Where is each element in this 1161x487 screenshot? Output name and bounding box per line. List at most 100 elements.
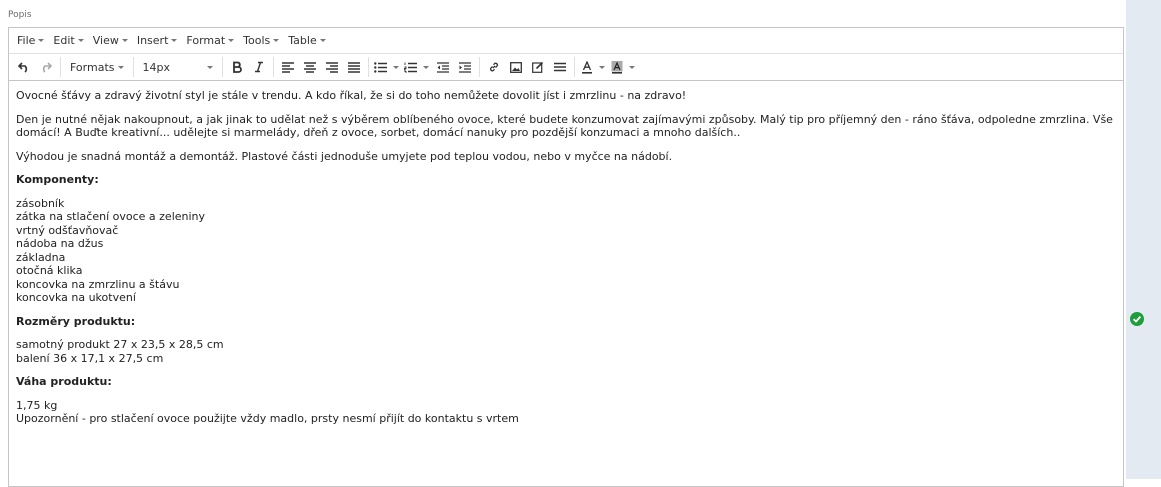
caret-down-icon <box>171 39 178 42</box>
outdent-icon <box>436 61 449 73</box>
field-label: Popis <box>8 10 32 20</box>
horizontal-rule-icon <box>553 62 566 72</box>
align-left-button[interactable] <box>277 56 299 78</box>
align-justify-icon <box>347 61 360 73</box>
list-item: 1,75 kg <box>16 398 58 412</box>
paragraph-advantages: Výhodou je snadná montáž a demontáž. Pla… <box>16 149 673 163</box>
menu-file[interactable]: File <box>13 34 49 47</box>
heading-components: Komponenty: <box>16 173 99 186</box>
caret-down-icon <box>423 65 429 69</box>
caret-down-icon <box>319 39 326 42</box>
paragraph-tips: Den je nutné nějak nakoupnout, a jak jin… <box>16 112 1113 140</box>
outdent-button[interactable] <box>432 56 454 78</box>
caret-down-icon <box>206 65 213 69</box>
background-color-button[interactable] <box>608 56 638 78</box>
bold-button[interactable] <box>226 56 248 78</box>
toolbar-separator <box>272 57 274 77</box>
caret-down-icon <box>228 39 235 42</box>
list-item: koncovka na ukotvení <box>16 291 136 304</box>
image-icon <box>509 61 522 73</box>
indent-icon <box>458 61 471 73</box>
rich-text-editor: File Edit View Insert Format Tools Table… <box>8 27 1124 487</box>
formats-dropdown[interactable]: Formats <box>64 56 130 78</box>
caret-down-icon <box>77 39 84 42</box>
formats-label: Formats <box>70 60 115 74</box>
paragraph-intro: Ovocné šťávy a zdravý životní styl je st… <box>16 89 687 102</box>
numbered-list-button[interactable] <box>402 56 432 78</box>
align-center-button[interactable] <box>299 56 321 78</box>
redo-icon <box>42 62 52 73</box>
undo-button[interactable] <box>13 56 35 78</box>
italic-icon <box>254 61 263 73</box>
undo-icon <box>18 62 28 73</box>
bold-icon <box>232 61 242 73</box>
components-list: zásobník zátka na stlačení ovoce a zelen… <box>16 197 1116 305</box>
italic-button[interactable] <box>248 56 270 78</box>
heading-dimensions: Rozměry produktu: <box>16 314 136 328</box>
menu-view[interactable]: View <box>89 34 133 47</box>
menu-format[interactable]: Format <box>182 34 239 47</box>
toolbar-separator <box>60 57 61 77</box>
bullet-list-button[interactable] <box>372 56 402 78</box>
toolbar-separator <box>367 57 369 77</box>
edit-button[interactable] <box>527 56 549 78</box>
caret-down-icon <box>628 65 635 69</box>
list-item: Upozornění - pro stlačení ovoce použijte… <box>16 412 519 425</box>
menu-table-label: Table <box>288 34 317 47</box>
menu-view-label: View <box>92 34 119 47</box>
editor-content-area[interactable]: Ovocné šťávy a zdravý životní styl je st… <box>9 81 1123 434</box>
menu-edit[interactable]: Edit <box>49 34 88 47</box>
menu-tools-label: Tools <box>243 34 271 47</box>
bullet-list-icon <box>374 61 387 73</box>
menu-table[interactable]: Table <box>284 34 330 47</box>
horizontal-rule-button[interactable] <box>549 56 571 78</box>
check-circle-icon <box>1130 312 1144 326</box>
link-icon <box>489 62 498 72</box>
align-right-button[interactable] <box>321 56 343 78</box>
list-item: samotný produkt 27 x 23,5 x 28,5 cm <box>16 338 224 351</box>
redo-button[interactable] <box>35 56 57 78</box>
right-side-panel <box>1126 0 1161 479</box>
caret-down-icon <box>393 65 399 69</box>
list-item: zátka na stlačení ovoce a zeleniny <box>16 210 206 223</box>
list-item: nádoba na džus <box>16 237 104 250</box>
list-item: zásobník <box>16 196 65 210</box>
menu-format-label: Format <box>186 34 226 47</box>
image-button[interactable] <box>505 56 527 78</box>
dimensions-list: samotný produkt 27 x 23,5 x 28,5 cm bale… <box>16 338 1116 365</box>
text-color-icon <box>581 60 592 74</box>
caret-down-icon <box>598 65 605 69</box>
menu-tools[interactable]: Tools <box>239 34 284 47</box>
text-color-button[interactable] <box>578 56 608 78</box>
align-justify-button[interactable] <box>343 56 365 78</box>
font-size-select[interactable]: 14px <box>137 56 219 78</box>
caret-down-icon <box>117 65 124 69</box>
indent-button[interactable] <box>454 56 476 78</box>
numbered-list-icon <box>404 62 417 73</box>
menu-insert[interactable]: Insert <box>133 34 183 47</box>
caret-down-icon <box>38 39 45 42</box>
toolbar-separator <box>132 57 134 77</box>
align-right-icon <box>325 61 338 73</box>
heading-weight: Váha produktu: <box>16 375 112 388</box>
align-center-icon <box>303 61 316 73</box>
menu-file-label: File <box>17 34 36 47</box>
caret-down-icon <box>121 39 128 42</box>
list-item: základna <box>16 250 66 264</box>
edit-icon <box>531 61 543 73</box>
caret-down-icon <box>273 39 280 42</box>
background-color-icon <box>611 60 622 74</box>
weight-list: 1,75 kg Upozornění - pro stlačení ovoce … <box>16 399 1116 426</box>
font-size-value: 14px <box>142 60 171 74</box>
toolbar-separator <box>573 57 575 77</box>
list-item: vrtný odšťavňovač <box>16 223 119 237</box>
link-button[interactable] <box>483 56 505 78</box>
menu-insert-label: Insert <box>136 34 169 47</box>
toolbar-separator <box>221 57 223 77</box>
editor-toolbar: Formats 14px <box>9 54 1123 81</box>
toolbar-separator <box>478 57 480 77</box>
list-item: balení 36 x 17,1 x 27,5 cm <box>16 351 164 365</box>
menu-edit-label: Edit <box>53 34 75 47</box>
list-item: koncovka na zmrzlinu a štávu <box>16 277 180 291</box>
align-left-icon <box>281 61 294 73</box>
